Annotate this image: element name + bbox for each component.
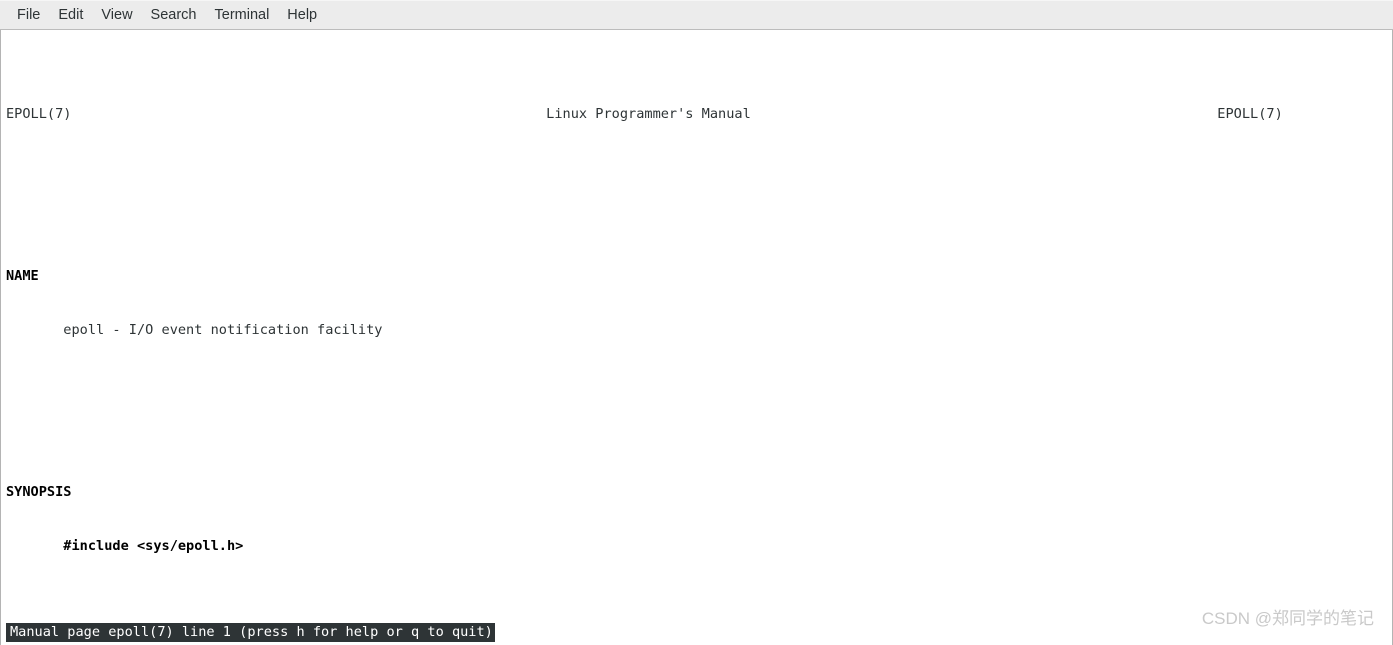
synopsis-include-text: #include <sys/epoll.h> — [63, 538, 244, 554]
menu-item-search[interactable]: Search — [142, 4, 206, 26]
man-page-text: EPOLL(7) Linux Programmer's Manual EPOLL… — [6, 33, 1386, 645]
section-heading-synopsis: SYNOPSIS — [6, 483, 1386, 501]
name-body-text: epoll - I/O event notification facility — [63, 322, 383, 338]
man-header-left: EPOLL(7) — [6, 106, 72, 122]
terminal-content-area[interactable]: EPOLL(7) Linux Programmer's Manual EPOLL… — [0, 30, 1393, 645]
synopsis-body-line: #include <sys/epoll.h> — [6, 537, 1386, 555]
menu-item-file[interactable]: File — [8, 4, 49, 26]
man-header-line: EPOLL(7) Linux Programmer's Manual EPOLL… — [6, 105, 1386, 123]
csdn-watermark: CSDN @郑同学的笔记 — [1201, 609, 1374, 628]
menu-item-view[interactable]: View — [92, 4, 141, 26]
menu-item-edit[interactable]: Edit — [49, 4, 92, 26]
less-status-bar[interactable]: Manual page epoll(7) line 1 (press h for… — [6, 623, 495, 642]
name-body-line: epoll - I/O event notification facility — [6, 321, 1386, 339]
header-gap-2 — [751, 106, 1218, 122]
heading-name-text: NAME — [6, 268, 39, 284]
header-gap-1 — [71, 106, 546, 122]
heading-synopsis-text: SYNOPSIS — [6, 484, 72, 500]
menu-item-terminal[interactable]: Terminal — [206, 4, 279, 26]
menu-item-help[interactable]: Help — [278, 4, 326, 26]
menu-bar: File Edit View Search Terminal Help — [0, 0, 1393, 30]
man-header-center: Linux Programmer's Manual — [546, 106, 751, 122]
man-header-right: EPOLL(7) — [1217, 106, 1283, 122]
terminal-window: File Edit View Search Terminal Help EPOL… — [0, 0, 1393, 645]
section-heading-name: NAME — [6, 267, 1386, 285]
